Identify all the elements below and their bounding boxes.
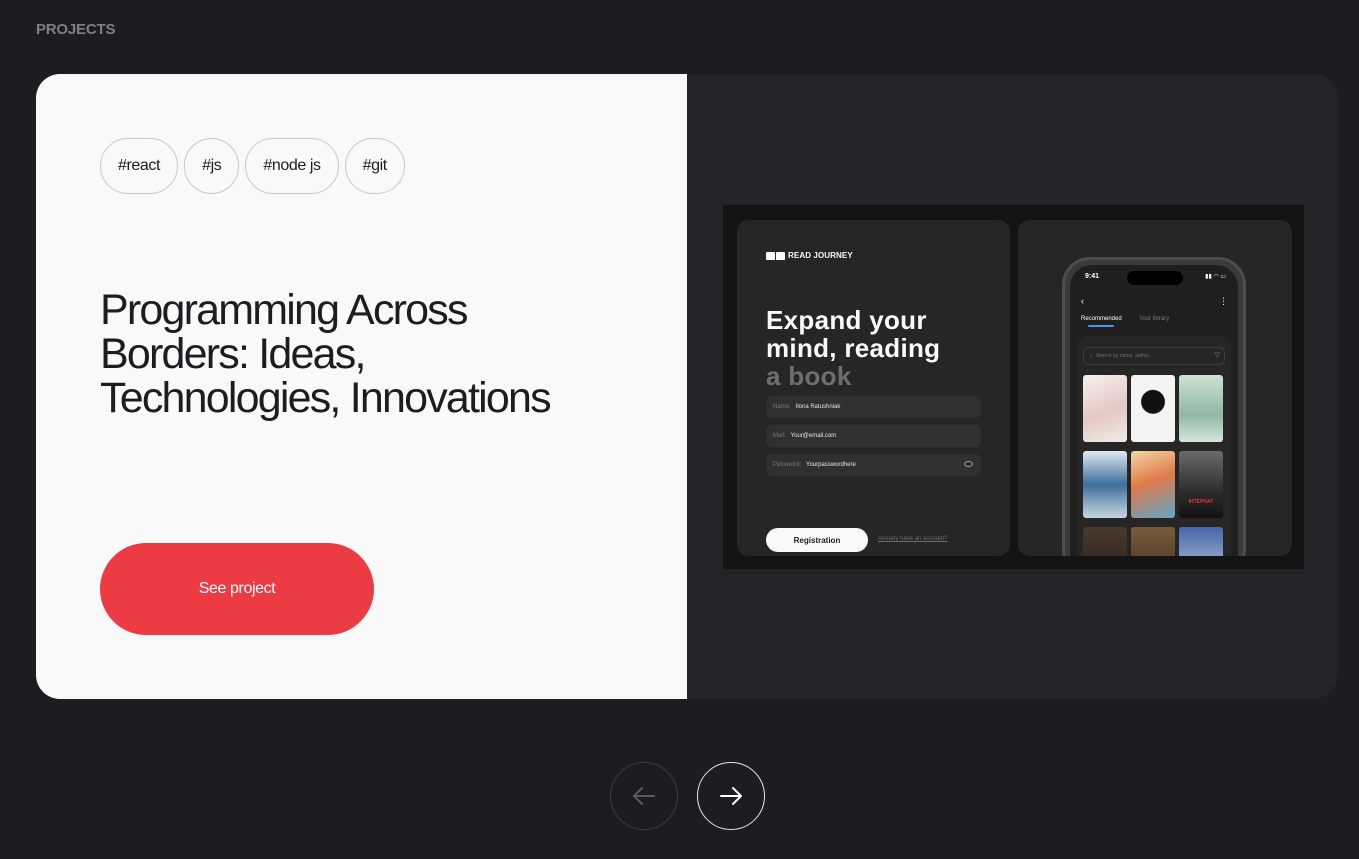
tab-your-library: Your library bbox=[1139, 316, 1170, 322]
search-icon: ⌕ bbox=[1090, 353, 1093, 359]
preview-hero-line-2: mind, reading bbox=[766, 333, 941, 363]
phone-screen: 9:41 ▮▮ ◠ ▭ ‹ ⋮ Recommended Your library… bbox=[1070, 265, 1238, 556]
project-info: #react #js #node js #git Programming Acr… bbox=[36, 74, 687, 699]
tag-react: #react bbox=[100, 138, 179, 194]
book-logo-icon bbox=[766, 251, 785, 260]
more-vertical-icon: ⋮ bbox=[1219, 296, 1228, 306]
tab-recommended: Recommended bbox=[1081, 316, 1122, 322]
preview-hero-line-1: Expand your bbox=[766, 305, 927, 335]
preview-password-field: Password: Yourpasswordhere bbox=[766, 454, 981, 476]
preview-field-value: Your@email.com bbox=[790, 433, 837, 439]
phone-content: ⌕ Search by name, author... ▽ ІНТЕРНАТ bbox=[1077, 336, 1231, 556]
dynamic-island bbox=[1127, 271, 1183, 285]
preview-logo-text: READ JOURNEY bbox=[788, 251, 853, 260]
previous-slide-button[interactable] bbox=[610, 762, 678, 830]
phone-search-placeholder: Search by name, author... bbox=[1095, 353, 1154, 359]
book-cover bbox=[1131, 451, 1175, 518]
book-grid: ІНТЕРНАТ bbox=[1083, 375, 1223, 556]
next-slide-button[interactable] bbox=[697, 762, 765, 830]
phone-time: 9:41 bbox=[1085, 273, 1100, 280]
preview-register-panel: READ JOURNEY Expand your mind, reading a… bbox=[737, 220, 1010, 556]
preview-hero-line-3: a book bbox=[766, 361, 852, 391]
preview-phone-panel: 9:41 ▮▮ ◠ ▭ ‹ ⋮ Recommended Your library… bbox=[1018, 220, 1292, 556]
project-preview-image: READ JOURNEY Expand your mind, reading a… bbox=[723, 205, 1304, 569]
book-cover-caption: ІНТЕРНАТ bbox=[1188, 499, 1214, 505]
preview-logo: READ JOURNEY bbox=[766, 251, 853, 260]
preview-field-label: Password: bbox=[773, 462, 802, 468]
signal-wifi-battery-icon: ▮▮ ◠ ▭ bbox=[1205, 274, 1226, 280]
phone-search: ⌕ Search by name, author... ▽ bbox=[1083, 347, 1225, 365]
preview-hero-title: Expand your mind, reading a book bbox=[766, 306, 1006, 390]
tag-js: #js bbox=[184, 138, 240, 194]
book-cover bbox=[1179, 527, 1223, 556]
tag-list: #react #js #node js #git bbox=[100, 138, 405, 194]
section-title: PROJECTS bbox=[36, 21, 116, 38]
book-cover bbox=[1083, 451, 1127, 518]
tag-node-js: #node js bbox=[245, 138, 339, 194]
preview-name-field: Name: Ilona Ratushniak bbox=[766, 396, 981, 418]
preview-field-value: Ilona Ratushniak bbox=[795, 404, 841, 410]
book-cover: ІНТЕРНАТ bbox=[1179, 451, 1223, 518]
preview-field-label: Name: bbox=[773, 404, 791, 410]
book-cover bbox=[1083, 375, 1127, 442]
project-preview-area: READ JOURNEY Expand your mind, reading a… bbox=[687, 74, 1338, 699]
chevron-left-icon: ‹ bbox=[1081, 296, 1084, 306]
book-cover bbox=[1083, 527, 1127, 556]
book-cover bbox=[1179, 375, 1223, 442]
preview-login-link: Already have an account? bbox=[878, 536, 948, 542]
book-cover bbox=[1131, 375, 1175, 442]
filter-icon: ▽ bbox=[1214, 352, 1220, 359]
preview-registration-button: Registration bbox=[766, 528, 868, 552]
see-project-button[interactable]: See project bbox=[100, 543, 374, 635]
eye-icon bbox=[964, 461, 973, 467]
phone-mockup: 9:41 ▮▮ ◠ ▭ ‹ ⋮ Recommended Your library… bbox=[1062, 257, 1246, 556]
tab-active-indicator bbox=[1088, 325, 1114, 327]
arrow-left-icon bbox=[633, 787, 655, 805]
preview-field-value: Yourpasswordhere bbox=[806, 462, 856, 468]
preview-mail-field: Mail: Your@email.com bbox=[766, 425, 981, 447]
book-cover bbox=[1131, 527, 1175, 556]
project-title: Programming Across Borders: Ideas, Techn… bbox=[100, 286, 552, 422]
preview-field-label: Mail: bbox=[773, 433, 786, 439]
arrow-right-icon bbox=[720, 787, 742, 805]
project-card: #react #js #node js #git Programming Acr… bbox=[36, 74, 1338, 699]
tag-git: #git bbox=[344, 138, 405, 194]
